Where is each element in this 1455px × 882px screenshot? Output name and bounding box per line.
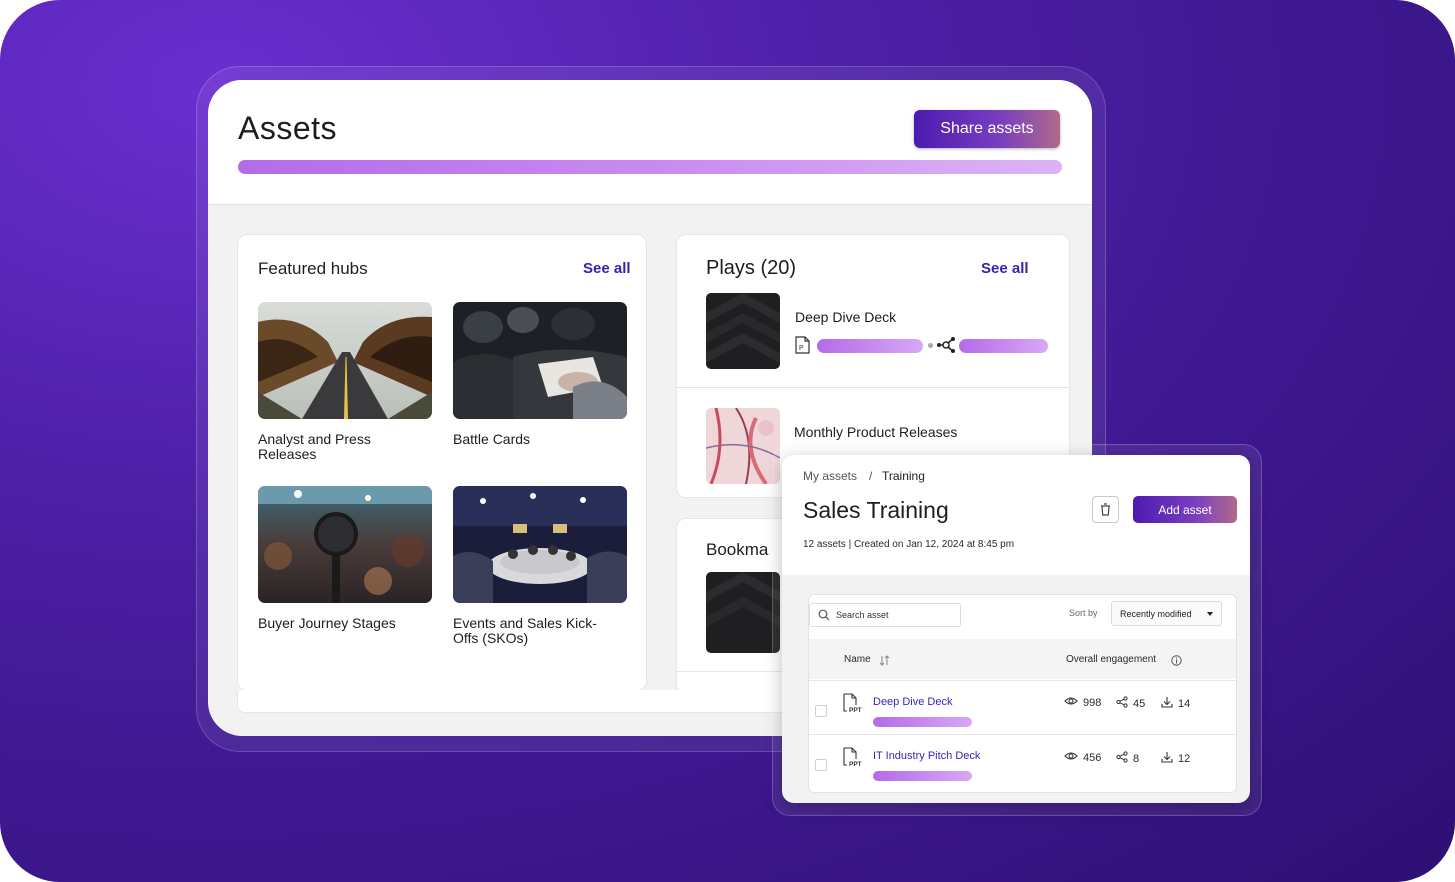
training-meta: 12 assets | Created on Jan 12, 2024 at 8… bbox=[803, 539, 1015, 550]
views-count: 998 bbox=[1083, 696, 1102, 709]
breadcrumb-training[interactable]: Training bbox=[882, 469, 925, 483]
table-row[interactable]: PPT IT Industry Pitch Deck 456 8 12 bbox=[809, 734, 1236, 789]
featured-hubs-title: Featured hubs bbox=[258, 259, 368, 278]
shares-count: 45 bbox=[1133, 697, 1146, 710]
download-icon bbox=[1161, 696, 1173, 711]
svg-text:P: P bbox=[799, 345, 804, 352]
hub-label[interactable]: Analyst and Press Releases bbox=[258, 432, 408, 462]
hub-thumbnail-stage[interactable] bbox=[453, 486, 627, 603]
download-icon bbox=[1161, 751, 1173, 766]
scroll-strip bbox=[237, 690, 799, 713]
column-engagement: Overall engagement bbox=[1066, 654, 1157, 665]
eye-icon bbox=[1064, 696, 1078, 709]
share-icon bbox=[1116, 751, 1128, 766]
plays-title: Plays (20) bbox=[706, 257, 797, 279]
asset-table: Search asset Sort by Recently modified N… bbox=[808, 594, 1237, 793]
featured-hubs-card: Featured hubs See all Analyst and Press … bbox=[237, 234, 647, 691]
play-thumbnail-dark[interactable] bbox=[706, 293, 780, 369]
sort-label: Sort by bbox=[1069, 608, 1098, 618]
play-name[interactable]: Monthly Product Releases bbox=[794, 424, 957, 440]
svg-text:PPT: PPT bbox=[849, 707, 862, 713]
table-row[interactable]: PPT Deep Dive Deck 998 45 14 bbox=[809, 680, 1236, 735]
row-checkbox[interactable] bbox=[815, 759, 827, 771]
share-assets-button[interactable]: Share assets bbox=[914, 110, 1060, 148]
training-title: Sales Training bbox=[803, 497, 949, 523]
ppt-file-icon: PPT bbox=[843, 747, 865, 772]
views-stat: 998 bbox=[1064, 696, 1101, 709]
play-name[interactable]: Deep Dive Deck bbox=[795, 309, 896, 325]
downloads-stat: 14 bbox=[1161, 696, 1190, 711]
table-header: Name Overall engagement bbox=[809, 639, 1236, 679]
views-count: 456 bbox=[1083, 751, 1102, 764]
bookmark-thumbnail[interactable] bbox=[706, 572, 780, 653]
hub-thumbnail-audience[interactable] bbox=[453, 302, 627, 419]
sort-value: Recently modified bbox=[1120, 609, 1192, 619]
column-name[interactable]: Name bbox=[844, 654, 871, 665]
delete-button[interactable] bbox=[1092, 496, 1119, 523]
eye-icon bbox=[1064, 751, 1078, 764]
training-header: My assets / Training Sales Training Add … bbox=[782, 455, 1250, 575]
asset-name-link[interactable]: IT Industry Pitch Deck bbox=[873, 750, 980, 762]
pdf-file-icon: P bbox=[795, 336, 810, 359]
trash-icon bbox=[1099, 503, 1112, 516]
divider bbox=[677, 387, 1069, 388]
plays-see-all-link[interactable]: See all bbox=[981, 260, 1029, 277]
search-icon bbox=[818, 609, 830, 623]
asset-progress-bar bbox=[873, 771, 972, 781]
hub-thumbnail-microphone[interactable] bbox=[258, 486, 432, 603]
shares-stat: 8 bbox=[1116, 751, 1139, 766]
asset-progress-bar bbox=[873, 717, 972, 727]
play-thumbnail-marble[interactable] bbox=[706, 408, 780, 484]
featured-see-all-link[interactable]: See all bbox=[583, 260, 631, 277]
background: Assets Share assets Featured hubs See al… bbox=[0, 0, 1455, 882]
hub-label[interactable]: Events and Sales Kick-Offs (SKOs) bbox=[453, 616, 613, 646]
add-asset-button[interactable]: Add asset bbox=[1133, 496, 1237, 523]
play-progress-bar bbox=[959, 339, 1048, 353]
hub-thumbnail-road[interactable] bbox=[258, 302, 432, 419]
info-icon[interactable] bbox=[1171, 653, 1182, 671]
assets-header: Assets Share assets bbox=[208, 80, 1092, 205]
views-stat: 456 bbox=[1064, 751, 1101, 764]
hub-label[interactable]: Buyer Journey Stages bbox=[258, 616, 438, 631]
downloads-count: 12 bbox=[1178, 752, 1191, 765]
shares-stat: 45 bbox=[1116, 696, 1145, 711]
play-progress-bar bbox=[817, 339, 923, 353]
hub-network-icon bbox=[936, 336, 956, 359]
downloads-count: 14 bbox=[1178, 697, 1191, 710]
separator-dot bbox=[928, 343, 933, 348]
breadcrumb-my-assets[interactable]: My assets bbox=[803, 469, 857, 483]
sort-dropdown[interactable]: Recently modified bbox=[1111, 601, 1222, 626]
bookmarks-title: Bookma bbox=[706, 540, 769, 559]
row-checkbox[interactable] bbox=[815, 705, 827, 717]
share-icon bbox=[1116, 696, 1128, 711]
hub-label[interactable]: Battle Cards bbox=[453, 432, 633, 447]
breadcrumb-separator: / bbox=[869, 469, 873, 483]
search-placeholder: Search asset bbox=[836, 610, 889, 620]
shares-count: 8 bbox=[1133, 752, 1140, 765]
chevron-down-icon bbox=[1207, 612, 1213, 616]
svg-text:PPT: PPT bbox=[849, 761, 862, 767]
header-progress-bar bbox=[238, 160, 1062, 174]
ppt-file-icon: PPT bbox=[843, 693, 865, 718]
asset-name-link[interactable]: Deep Dive Deck bbox=[873, 696, 952, 708]
search-input[interactable]: Search asset bbox=[809, 603, 961, 627]
sort-icon[interactable] bbox=[879, 653, 890, 671]
page-title: Assets bbox=[238, 110, 338, 146]
training-panel: My assets / Training Sales Training Add … bbox=[782, 455, 1250, 803]
downloads-stat: 12 bbox=[1161, 751, 1190, 766]
